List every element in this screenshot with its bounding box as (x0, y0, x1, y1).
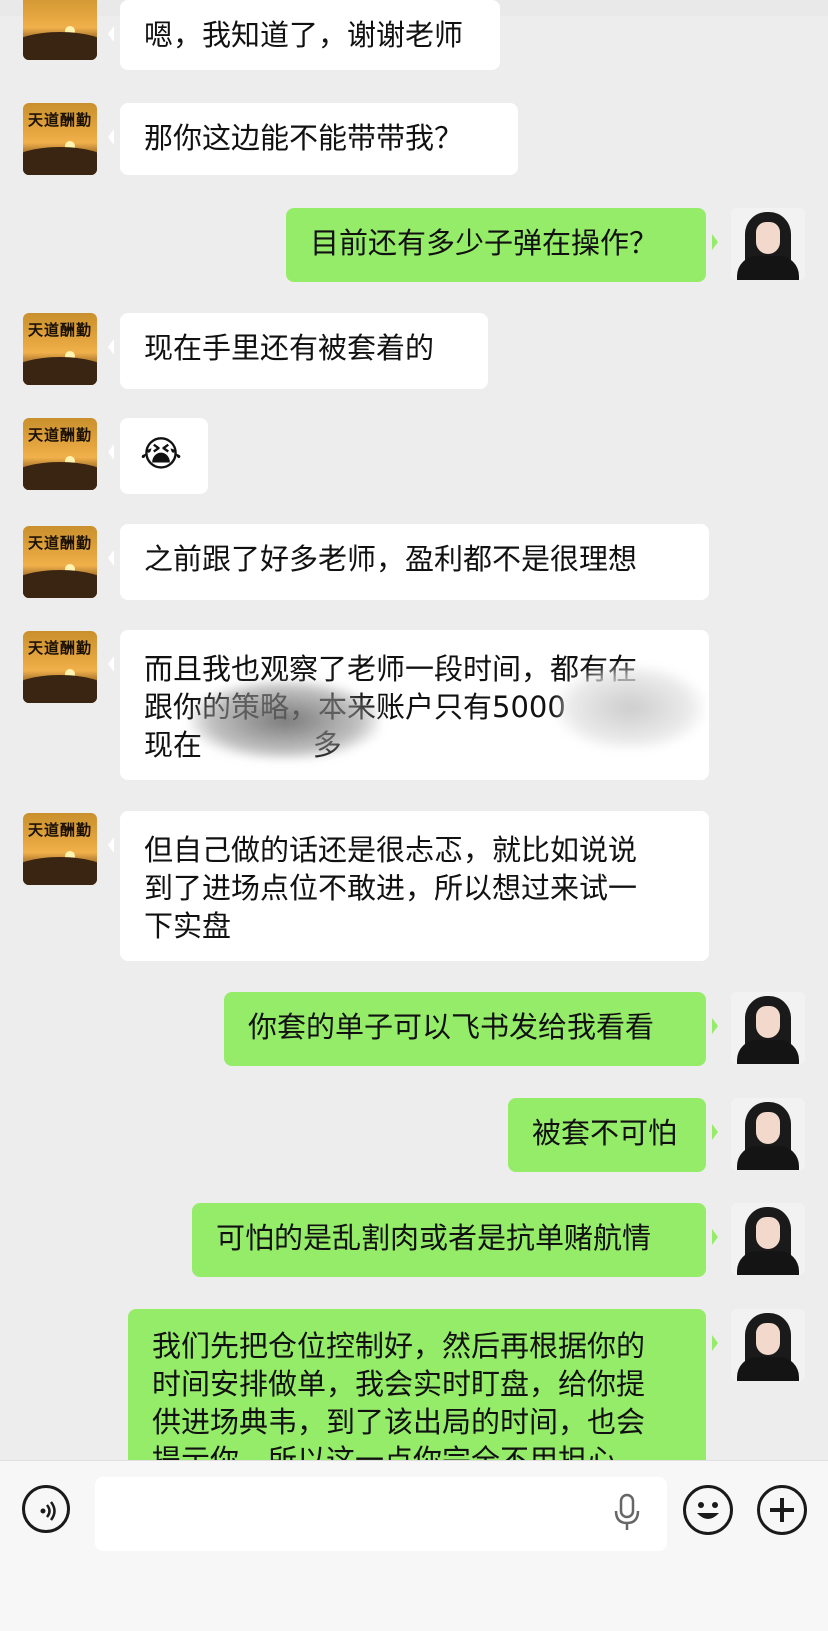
message-bubble[interactable]: 但自己做的话还是很忐忑，就比如说说 到了进场点位不敢进，所以想过来试一 下实盘 (108, 811, 709, 961)
message-input[interactable] (95, 1477, 667, 1551)
avatar-label: 天道酬勤 (27, 321, 92, 339)
redaction-blur (190, 680, 380, 760)
message-bubble[interactable]: 之前跟了好多老师，盈利都不是很理想 (108, 524, 709, 600)
my-avatar[interactable] (731, 992, 805, 1064)
avatar-label: 天道酬勤 (27, 426, 92, 444)
chat-list[interactable]: 嗯，我知道了，谢谢老师 天道酬勤 那你这边能不能带带我？ 目前还有多少子弹在操作… (0, 0, 828, 1460)
voice-toggle-button[interactable] (22, 1485, 70, 1533)
message-bubble[interactable]: 被套不可怕 (508, 1098, 718, 1172)
dune-shape (23, 570, 97, 598)
message-bubble[interactable]: 你套的单子可以飞书发给我看看 (224, 992, 718, 1066)
message-bubble[interactable]: 嗯，我知道了，谢谢老师 (108, 0, 500, 70)
sender-avatar[interactable]: 天道酬勤 (23, 103, 97, 175)
sender-avatar[interactable] (23, 0, 97, 60)
avatar-label: 天道酬勤 (27, 821, 92, 839)
sender-avatar[interactable]: 天道酬勤 (23, 418, 97, 490)
emoji-bubble[interactable]: 😭 (108, 418, 208, 494)
dune-shape (23, 675, 97, 703)
voice-wave-icon (40, 1501, 56, 1521)
message-bubble[interactable]: 我们先把仓位控制好，然后再根据你的 时间安排做单，我会实时盯盘，给你提 供进场典… (128, 1309, 718, 1460)
avatar-label: 天道酬勤 (27, 111, 92, 129)
sender-avatar[interactable]: 天道酬勤 (23, 313, 97, 385)
my-avatar[interactable] (731, 208, 805, 280)
redaction-blur (555, 665, 705, 750)
dune-shape (23, 357, 97, 385)
message-bubble[interactable]: 目前还有多少子弹在操作？ (286, 208, 718, 282)
message-bubble[interactable]: 可怕的是乱割肉或者是抗单赌航情 (192, 1203, 718, 1277)
smiley-icon (697, 1502, 719, 1519)
my-avatar[interactable] (731, 1309, 805, 1381)
my-avatar[interactable] (731, 1203, 805, 1275)
avatar-label: 天道酬勤 (27, 639, 92, 657)
emoji-button[interactable] (683, 1485, 733, 1535)
message-bubble[interactable]: 那你这边能不能带带我？ (108, 103, 518, 175)
sender-avatar[interactable]: 天道酬勤 (23, 631, 97, 703)
more-actions-button[interactable] (757, 1485, 807, 1535)
avatar-label: 天道酬勤 (27, 534, 92, 552)
sender-avatar[interactable]: 天道酬勤 (23, 526, 97, 598)
dune-shape (23, 147, 97, 175)
dune-shape (23, 32, 97, 60)
sender-avatar[interactable]: 天道酬勤 (23, 813, 97, 885)
dune-shape (23, 462, 97, 490)
dune-shape (23, 857, 97, 885)
message-bubble[interactable]: 现在手里还有被套着的 (108, 313, 488, 389)
my-avatar[interactable] (731, 1098, 805, 1170)
input-bar (0, 1460, 828, 1631)
microphone-icon[interactable] (614, 1493, 640, 1531)
